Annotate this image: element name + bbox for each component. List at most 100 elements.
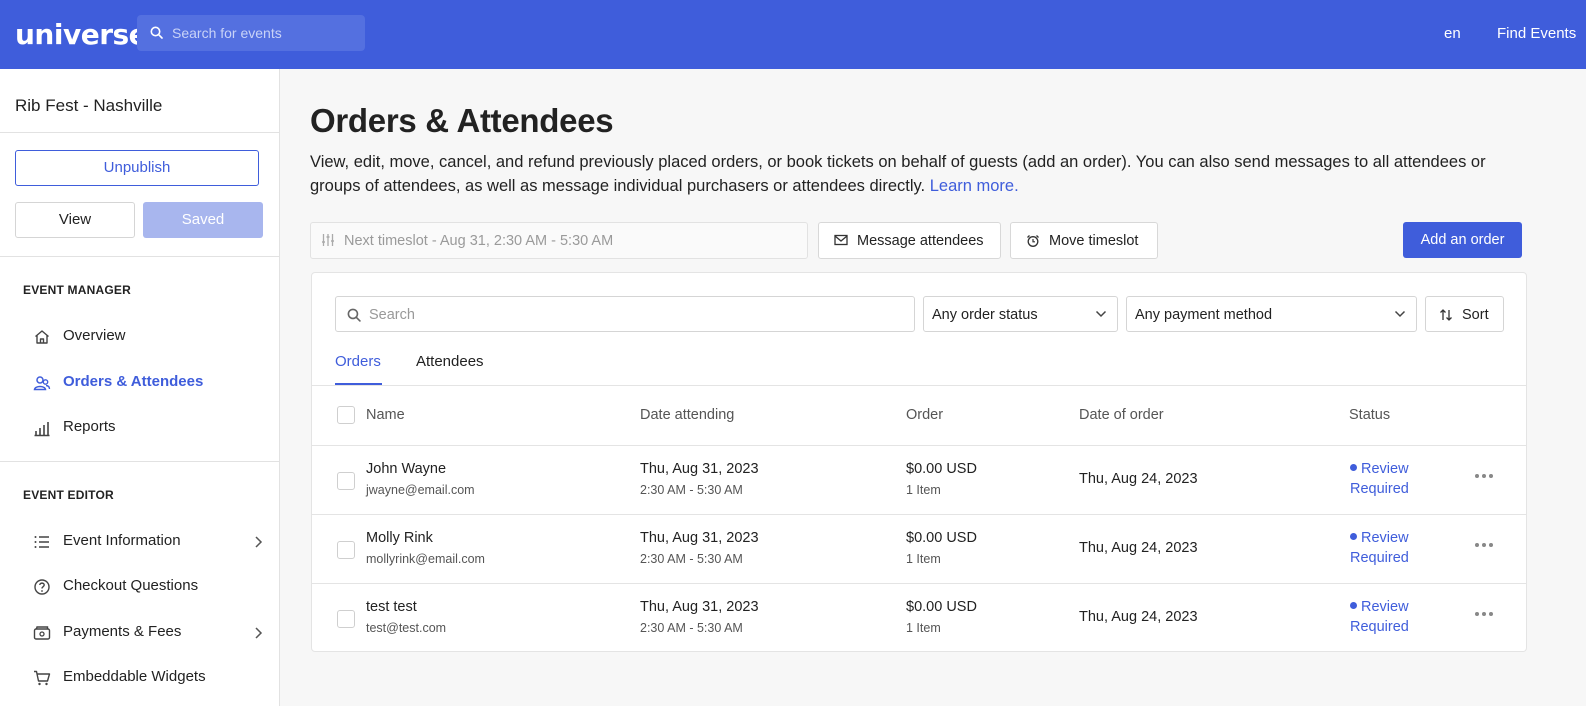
order-status-select[interactable]: Any order status xyxy=(923,296,1118,332)
page-description: View, edit, move, cancel, and refund pre… xyxy=(310,150,1520,198)
learn-more-link[interactable]: Learn more. xyxy=(930,177,1019,195)
sidebar-item-event-information[interactable]: Event Information xyxy=(33,528,263,556)
date-attending: Thu, Aug 31, 2023 xyxy=(640,530,759,546)
timeslot-text: Next timeslot - Aug 31, 2:30 AM - 5:30 A… xyxy=(344,233,614,249)
status-badge[interactable]: Review Required xyxy=(1350,528,1409,568)
order-date: Thu, Aug 24, 2023 xyxy=(1079,609,1198,625)
status-badge[interactable]: Review Required xyxy=(1350,459,1409,499)
sidebar-item-label: Event Information xyxy=(63,532,181,549)
event-manager-title: EVENT MANAGER xyxy=(23,283,131,297)
attendee-name[interactable]: Molly Rink xyxy=(366,530,433,546)
saved-button[interactable]: Saved xyxy=(143,202,263,238)
date-attending: Thu, Aug 31, 2023 xyxy=(640,461,759,477)
status-badge[interactable]: Review Required xyxy=(1350,597,1409,637)
order-items: 1 Item xyxy=(906,552,941,566)
sidebar-item-label: Payments & Fees xyxy=(63,623,182,640)
orders-card: Search Any order status Any payment meth… xyxy=(311,272,1527,652)
payment-method-value: Any payment method xyxy=(1135,307,1273,323)
status-text: Required xyxy=(1350,619,1409,635)
order-date: Thu, Aug 24, 2023 xyxy=(1079,540,1198,556)
attendee-email: mollyrink@email.com xyxy=(366,552,485,566)
row-checkbox[interactable] xyxy=(337,472,355,490)
status-text: Review xyxy=(1361,530,1409,546)
column-header-status[interactable]: Status xyxy=(1349,407,1390,423)
order-amount: $0.00 USD xyxy=(906,530,977,546)
column-header-date-of-order[interactable]: Date of order xyxy=(1079,407,1164,423)
order-items: 1 Item xyxy=(906,621,941,635)
sidebar-item-payments-fees[interactable]: Payments & Fees xyxy=(33,619,263,647)
divider xyxy=(312,445,1526,446)
search-icon xyxy=(347,308,361,322)
event-editor-title: EVENT EDITOR xyxy=(23,488,114,502)
more-options-icon[interactable] xyxy=(1474,611,1494,617)
attendee-name[interactable]: test test xyxy=(366,599,417,615)
row-checkbox[interactable] xyxy=(337,610,355,628)
select-all-checkbox[interactable] xyxy=(337,406,355,424)
home-icon xyxy=(35,330,49,344)
sidebar-item-orders-attendees[interactable]: Orders & Attendees xyxy=(33,369,263,397)
column-header-date-attending[interactable]: Date attending xyxy=(640,407,734,423)
event-name: Rib Fest - Nashville xyxy=(15,96,163,115)
description-text: View, edit, move, cancel, and refund pre… xyxy=(310,153,1486,195)
sidebar-item-label: Checkout Questions xyxy=(63,577,199,594)
sidebar-item-overview[interactable]: Overview xyxy=(33,323,263,351)
status-dot xyxy=(1350,533,1357,540)
sidebar-item-checkout-questions[interactable]: Checkout Questions xyxy=(33,573,263,601)
attendee-name[interactable]: John Wayne xyxy=(366,461,446,477)
top-search-input[interactable]: Search for events xyxy=(137,15,365,51)
cart-icon xyxy=(34,670,51,686)
add-order-button[interactable]: Add an order xyxy=(1403,222,1522,258)
unpublish-button[interactable]: Unpublish xyxy=(15,150,259,186)
divider xyxy=(0,461,279,462)
status-dot xyxy=(1350,464,1357,471)
sidebar-item-reports[interactable]: Reports xyxy=(33,414,263,442)
message-attendees-label: Message attendees xyxy=(857,233,984,249)
chevron-down-icon xyxy=(1394,310,1406,318)
top-bar: universe Search for events en Find Event… xyxy=(0,0,1586,69)
sort-label: Sort xyxy=(1462,307,1489,323)
timeslot-selector[interactable]: Next timeslot - Aug 31, 2:30 AM - 5:30 A… xyxy=(310,222,808,259)
message-attendees-button[interactable]: Message attendees xyxy=(818,222,1001,259)
bar-chart-icon xyxy=(34,422,50,437)
date-attending: Thu, Aug 31, 2023 xyxy=(640,599,759,615)
top-search-placeholder: Search for events xyxy=(172,25,282,41)
order-items: 1 Item xyxy=(906,483,941,497)
view-button[interactable]: View xyxy=(15,202,135,238)
more-options-icon[interactable] xyxy=(1474,473,1494,479)
question-icon xyxy=(34,579,50,595)
chevron-down-icon xyxy=(1095,310,1107,318)
wallet-icon xyxy=(33,626,51,640)
payment-method-select[interactable]: Any payment method xyxy=(1126,296,1417,332)
column-header-name[interactable]: Name xyxy=(366,407,405,423)
orders-search-input[interactable]: Search xyxy=(335,296,915,332)
universe-logo[interactable]: universe xyxy=(15,18,148,51)
find-events-link[interactable]: Find Events xyxy=(1497,25,1576,42)
status-text: Required xyxy=(1350,481,1409,497)
chevron-right-icon xyxy=(255,627,263,639)
sidebar-item-embeddable-widgets[interactable]: Embeddable Widgets xyxy=(33,664,263,692)
divider xyxy=(312,583,1526,584)
language-selector[interactable]: en xyxy=(1444,25,1461,42)
status-text: Required xyxy=(1350,550,1409,566)
alarm-clock-icon xyxy=(1027,235,1039,247)
order-amount: $0.00 USD xyxy=(906,461,977,477)
more-options-icon[interactable] xyxy=(1474,542,1494,548)
search-placeholder: Search xyxy=(369,307,415,323)
tab-attendees[interactable]: Attendees xyxy=(416,353,484,370)
time-attending: 2:30 AM - 5:30 AM xyxy=(640,483,743,497)
column-header-order[interactable]: Order xyxy=(906,407,943,423)
tab-orders[interactable]: Orders xyxy=(335,353,381,370)
row-checkbox[interactable] xyxy=(337,541,355,559)
divider xyxy=(0,132,279,133)
sort-button[interactable]: Sort xyxy=(1425,296,1504,332)
attendee-email: test@test.com xyxy=(366,621,447,635)
order-status-value: Any order status xyxy=(932,307,1038,323)
status-text: Review xyxy=(1361,461,1409,477)
move-timeslot-button[interactable]: Move timeslot xyxy=(1010,222,1158,259)
users-icon xyxy=(33,376,51,391)
envelope-icon xyxy=(834,234,848,246)
status-text: Review xyxy=(1361,599,1409,615)
sidebar-item-label: Reports xyxy=(63,418,116,435)
divider xyxy=(312,385,1526,386)
sidebar: Rib Fest - Nashville Unpublish View Save… xyxy=(0,69,280,706)
